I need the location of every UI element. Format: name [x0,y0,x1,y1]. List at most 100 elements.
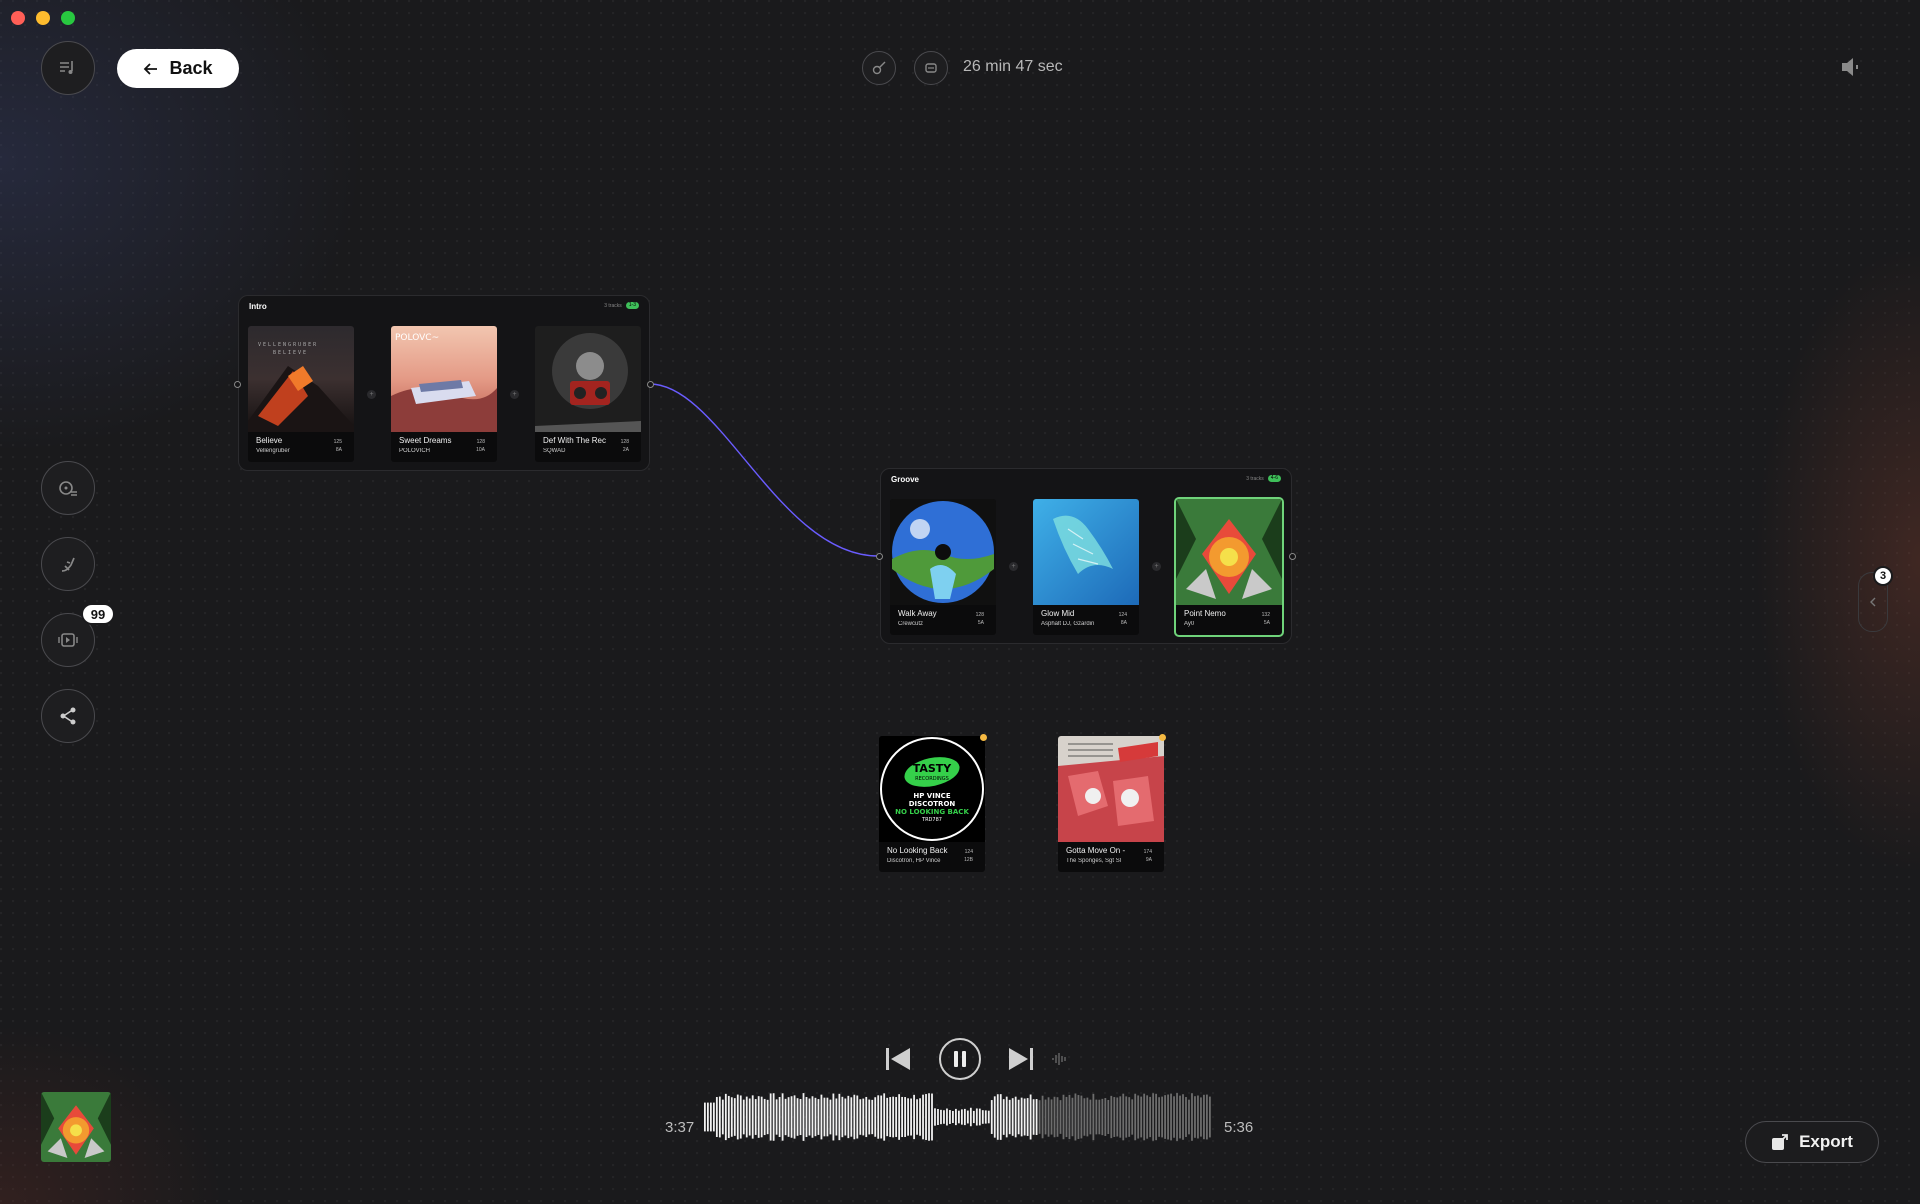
waveform-bar [1113,1097,1116,1137]
waveform-bar [1038,1100,1041,1134]
group-track-count: 3 tracks [1246,475,1264,482]
waveform-bar [1125,1096,1128,1138]
waveform-scrubber[interactable] [704,1093,1212,1141]
now-playing-cover[interactable] [41,1092,111,1162]
waveform-bar [748,1098,751,1136]
track-bpm: 125 [333,439,342,445]
group-out-port[interactable] [1289,553,1296,560]
waveform-bar [733,1098,736,1136]
track-card-selected[interactable]: Point Nemo Ay0 132 5A [1174,497,1284,637]
waveform-bar [1077,1095,1080,1139]
track-card[interactable]: Def With The Rec SQWAD 128 2A [535,326,641,462]
waveform-bar [1062,1094,1065,1140]
waveform-bar [1032,1099,1035,1135]
insert-track-button[interactable]: + [510,390,519,399]
group-in-port[interactable] [234,381,241,388]
waveform-bar [1185,1097,1187,1137]
export-button[interactable]: Export [1745,1121,1879,1163]
waveform-bar [1101,1098,1104,1136]
waveform-bar [1131,1099,1134,1135]
waveform-bar [1029,1094,1032,1140]
album-cover [535,326,641,432]
waveform-bar [963,1108,966,1126]
waveform-bar [868,1099,871,1135]
cover-catalog: TRD787 [921,817,942,823]
track-artist: POLOVICH [399,448,431,454]
waveform-bar [856,1095,859,1139]
waveform-bar [990,1100,993,1134]
track-key: 8A [335,447,342,453]
track-bpm: 128 [620,439,629,445]
loose-track-card[interactable]: Gotta Move On - The Sponges, Sgt Sl 174 … [1058,736,1164,872]
waveform-bar [790,1096,793,1138]
group-in-port[interactable] [876,553,883,560]
insert-track-button[interactable]: + [367,390,376,399]
waveform-bar [1065,1096,1068,1138]
previous-track-icon[interactable] [884,1045,912,1073]
waveform-bar [853,1094,856,1140]
waveform-bar [1017,1099,1020,1135]
waveform-bar [889,1097,892,1137]
track-card[interactable]: VELLENGRUBER BELIEVE Believe Vellengrube… [248,326,354,462]
waveform-bar [922,1094,924,1140]
waveform-bar [1161,1096,1163,1138]
export-label: Export [1799,1132,1853,1151]
waveform-bar [1137,1095,1140,1139]
waveform-bar [1074,1093,1077,1141]
waveform-bar [892,1096,895,1138]
waveform-bar [1158,1097,1160,1137]
waveform-bar [1176,1093,1178,1141]
waveform-bar [1080,1095,1083,1139]
waveform-bar [1128,1097,1131,1137]
waveform-toggle-icon[interactable] [1051,1050,1069,1068]
waveform-bar [1035,1099,1038,1135]
waveform-bar [931,1093,933,1141]
waveform-bar [814,1097,817,1137]
waveform-bar [1191,1093,1193,1141]
waveform-bar [1005,1096,1008,1138]
waveform-bar [916,1099,918,1135]
next-track-icon[interactable] [1007,1045,1035,1073]
waveform-bar [704,1102,706,1132]
album-cover [1033,499,1139,605]
track-card[interactable]: POLOVC~ Sweet Dreams POLOVICH 128 10A [391,326,497,462]
insert-track-button[interactable]: + [1009,562,1018,571]
insert-track-button[interactable]: + [1152,562,1161,571]
waveform-bar [934,1108,936,1126]
waveform-bar [972,1110,975,1124]
waveform-bar [1002,1099,1005,1135]
waveform-bar [874,1097,877,1137]
waveform-bar [709,1102,712,1132]
play-pause-button[interactable] [939,1038,981,1080]
track-artist: Asphalt DJ, Gzardin [1041,621,1095,627]
waveform-bar [981,1110,984,1124]
waveform-bar [718,1096,721,1138]
waveform-bar [871,1099,874,1135]
waveform-bar [1179,1095,1181,1139]
waveform-bar [1140,1096,1143,1138]
waveform-bar [742,1099,745,1135]
waveform-bar [898,1094,901,1140]
waveform-bar [1167,1094,1169,1140]
track-card[interactable]: Walk Away Crewcutz 128 5A [890,499,996,635]
waveform-bar [999,1094,1002,1140]
waveform-bar [1092,1093,1095,1141]
waveform-bar [978,1108,981,1126]
track-title: Gotta Move On - [1066,846,1126,855]
loose-track-card[interactable]: TASTY RECORDINGS HP VINCE DISCOTRON NO L… [879,736,985,872]
album-cover: VELLENGRUBER BELIEVE [248,326,354,432]
waveform-bar [847,1095,850,1139]
waveform-bar [1197,1095,1199,1139]
track-card[interactable]: Glow Mid Asphalt DJ, Gzardin 124 8A [1033,499,1139,635]
waveform-bar [844,1098,847,1136]
track-bpm: 124 [1118,612,1127,618]
waveform-bar [1071,1097,1074,1137]
waveform-bar [993,1096,996,1138]
waveform-bar [1188,1099,1190,1135]
waveform-bar [1053,1096,1056,1138]
waveform-bar [835,1098,838,1136]
group-out-port[interactable] [647,381,654,388]
waveform-bar [1146,1095,1149,1139]
waveform-bar [987,1110,990,1124]
waveform-bar [1170,1093,1172,1141]
